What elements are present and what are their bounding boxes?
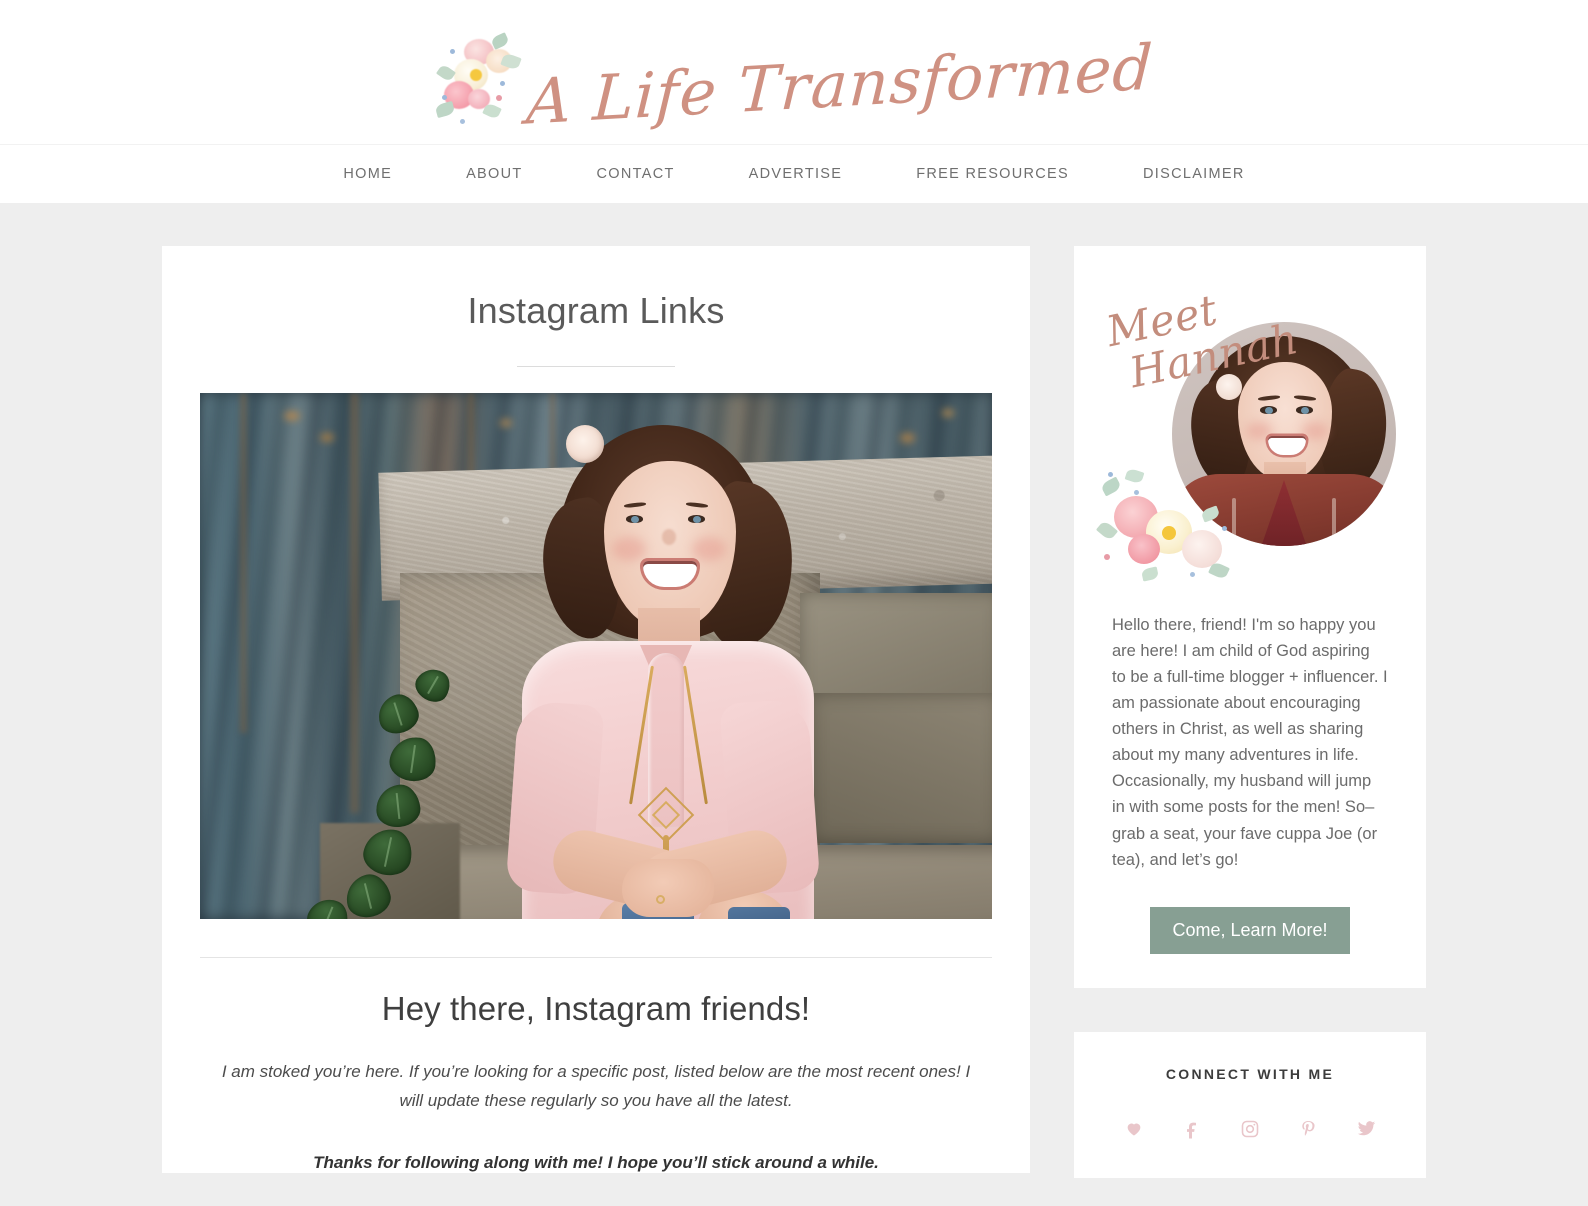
heart-icon[interactable]	[1117, 1114, 1151, 1144]
instagram-icon[interactable]	[1233, 1114, 1267, 1144]
meet-script-line1: Meet	[1102, 285, 1222, 357]
sidebar: Meet Hannah Hello there, friend! I'm so …	[1074, 246, 1426, 1178]
floral-accent-icon	[1095, 467, 1244, 586]
site-inner: Instagram Links Hey there, Instagram fri…	[162, 203, 1426, 1178]
pinterest-icon[interactable]	[1291, 1114, 1325, 1144]
hero-image	[200, 393, 992, 919]
nav-item-about[interactable]: ABOUT	[429, 166, 559, 182]
author-bio: Hello there, friend! I'm so happy you ar…	[1112, 616, 1388, 869]
site-logo[interactable]: A Life Transformed	[0, 26, 1588, 144]
twitter-icon[interactable]	[1349, 1114, 1383, 1144]
content-divider	[200, 957, 992, 958]
main-content: Instagram Links Hey there, Instagram fri…	[162, 246, 1030, 1174]
learn-more-button[interactable]: Come, Learn More!	[1150, 906, 1350, 954]
primary-navigation: HOME ABOUT CONTACT ADVERTISE FREE RESOUR…	[0, 144, 1588, 203]
widget-about-author: Meet Hannah Hello there, friend! I'm so …	[1074, 246, 1426, 988]
page-title: Instagram Links	[467, 290, 725, 331]
entry-closing-note: Thanks for following along with me! I ho…	[313, 1153, 879, 1173]
title-divider	[517, 366, 675, 367]
author-media: Meet Hannah	[1095, 272, 1398, 590]
entry-paragraph: I am stoked you’re here. If you’re looki…	[221, 1062, 971, 1110]
entry-heading: Hey there, Instagram friends!	[381, 990, 811, 1027]
nav-item-contact[interactable]: CONTACT	[560, 166, 712, 182]
nav-item-advertise[interactable]: ADVERTISE	[712, 166, 880, 182]
facebook-icon[interactable]	[1175, 1114, 1209, 1144]
nav-list: HOME ABOUT CONTACT ADVERTISE FREE RESOUR…	[343, 166, 1244, 182]
site-header: A Life Transformed HOME ABOUT CONTACT AD…	[0, 0, 1588, 203]
nav-item-disclaimer[interactable]: DISCLAIMER	[1106, 166, 1245, 182]
floral-bouquet-icon	[434, 32, 530, 137]
widget-connect: CONNECT WITH ME	[1074, 1031, 1426, 1178]
nav-item-free-resources[interactable]: FREE RESOURCES	[879, 166, 1106, 182]
social-links	[1112, 1114, 1388, 1144]
nav-item-home[interactable]: HOME	[343, 166, 429, 182]
connect-title: CONNECT WITH ME	[1165, 1065, 1335, 1082]
site-title: A Life Transformed	[524, 30, 1156, 139]
